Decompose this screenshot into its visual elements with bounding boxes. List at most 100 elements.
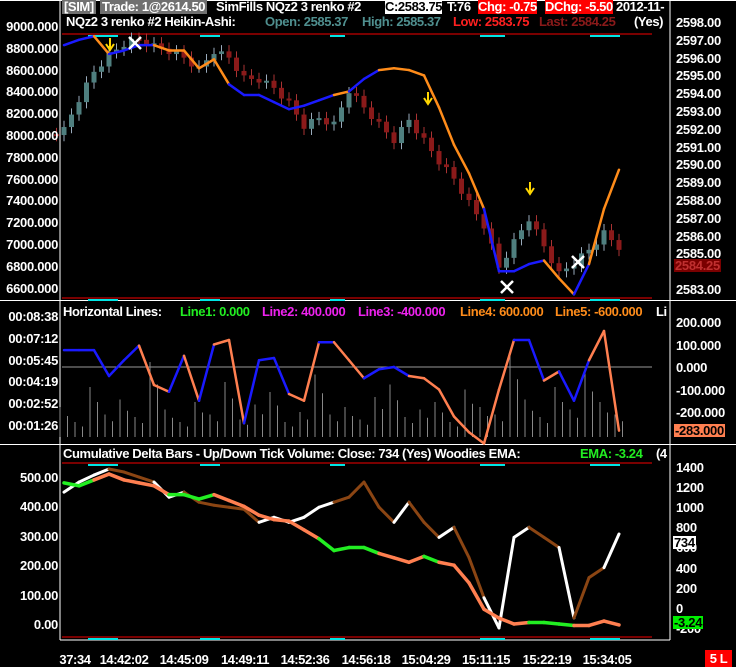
trend-line-segment (257, 93, 276, 104)
candle-down (616, 240, 622, 250)
cumulative-delta-segment (362, 480, 381, 509)
woodies-ema-segment (437, 560, 456, 567)
trend-line-segment (302, 99, 321, 107)
horizontal-lines-segment (497, 338, 516, 391)
cumulative-delta-segment (122, 470, 141, 479)
cumulative-delta-segment (557, 545, 576, 620)
candle-down (241, 70, 247, 76)
change-value: Chg: -0.75 (478, 0, 537, 14)
woodies-ema-segment (302, 528, 321, 541)
axis-label: 00:08:38 (8, 309, 58, 324)
woodies-ema-segment (122, 478, 141, 485)
horizontal-lines-segment (137, 344, 156, 387)
horizontal-lines-segment (482, 388, 501, 445)
trend-line-segment (62, 38, 81, 47)
horizontal-lines-segment (227, 338, 246, 425)
trend-line-segment (287, 104, 306, 111)
axis-label: 8200.000 (6, 106, 58, 122)
candle-up (61, 127, 67, 136)
candle-down (549, 246, 554, 264)
candle-up (519, 230, 524, 240)
trend-line-segment (212, 58, 231, 86)
candle-down (301, 114, 307, 129)
axis-label: 2586.00 (676, 228, 721, 244)
cumulative-delta-segment (302, 505, 321, 519)
cumulative-delta-segment (197, 500, 216, 507)
date-label: 2012-11- (616, 0, 665, 14)
cumulative-delta-segment (572, 576, 591, 620)
candle-up (91, 71, 97, 83)
chart-canvas[interactable] (0, 0, 736, 667)
candle-up (399, 127, 404, 144)
mid-value-marker: -283.000 (674, 423, 725, 438)
axis-label: 8400.000 (6, 84, 58, 100)
axis-label: 2597.00 (676, 32, 721, 48)
open-value: Open: 2585.37 (265, 14, 348, 29)
horizontal-lines-segment (527, 338, 546, 382)
horizontal-lines-segment (257, 356, 276, 362)
trend-line-segment (407, 68, 426, 77)
trade-info: Trade: 1@2614.50 (100, 0, 208, 14)
candle-up (219, 51, 224, 55)
horizontal-lines-segment (182, 354, 201, 402)
horizontal-lines-segment (122, 344, 141, 362)
axis-label: 2590.00 (676, 157, 721, 173)
axis-label: 0.000 (676, 360, 708, 375)
cumulative-delta-segment (512, 525, 531, 539)
candle-down (324, 118, 329, 125)
trend-line-segment (227, 83, 246, 97)
woodies-ema-segment (272, 517, 291, 523)
axis-label: 6600.000 (6, 280, 58, 296)
candle-down (279, 87, 284, 99)
time-axis-label: 14:49:11 (220, 652, 270, 667)
cumulative-delta-segment (107, 467, 126, 474)
time-axis-label: 15:22:19 (522, 652, 572, 667)
candle-down (234, 57, 239, 71)
horizontal-lines-segment (602, 329, 621, 432)
candle-down (271, 80, 277, 88)
sim-badge: [SIM] (62, 0, 96, 14)
candle-down (459, 178, 464, 194)
candle-down (391, 132, 397, 144)
woodies-ema-segment (377, 551, 396, 560)
axis-label: 2587.00 (676, 210, 721, 226)
axis-label: 2591.00 (676, 139, 721, 155)
horizontal-lines-segment (407, 374, 426, 380)
yes-flag: (Yes) (634, 14, 664, 29)
trend-line-segment (362, 68, 381, 81)
cumulative-delta-title: Cumulative Delta Bars - Up/Down Tick Vol… (63, 446, 521, 461)
axis-label: -200.000 (676, 405, 725, 420)
candle-up (346, 93, 352, 108)
time-axis-label: 14:45:09 (159, 652, 209, 667)
cumulative-delta-segment (602, 532, 621, 570)
cumulative-delta-segment (527, 525, 546, 539)
candle-up (84, 82, 89, 103)
line5-label: Line5: -600.000 (555, 304, 643, 319)
cumulative-delta-segment (497, 535, 516, 630)
line1-label: Line1: 0.000 (180, 304, 250, 319)
candle-down (534, 221, 539, 230)
candle-down (361, 95, 367, 108)
horizontal-lines-segment (437, 388, 456, 418)
candle-down (444, 164, 449, 168)
high-value: High: 2585.37 (362, 14, 441, 29)
horizontal-lines-segment (92, 348, 111, 378)
horizontal-lines-segment (557, 370, 576, 402)
candle-down (376, 119, 382, 122)
axis-label: 300.00 (20, 528, 58, 544)
trend-line-segment (107, 49, 126, 56)
horizontal-lines-segment (212, 338, 231, 346)
axis-label: 00:01:26 (8, 418, 58, 433)
axis-label: 400 (676, 560, 697, 576)
horizontal-lines-segment (467, 431, 486, 445)
cumulative-delta-segment (212, 503, 231, 509)
axis-label: 2594.00 (676, 86, 721, 102)
axis-label: 8000.000 (6, 128, 58, 143)
trend-line-segment (377, 67, 396, 72)
horizontal-lines-segment (362, 368, 381, 380)
cumulative-delta-segment (587, 566, 606, 580)
candle-up (339, 107, 344, 122)
woodies-ema-segment (227, 498, 246, 509)
woodies-ema-segment (512, 620, 531, 626)
horizontal-lines-segment (542, 370, 561, 382)
